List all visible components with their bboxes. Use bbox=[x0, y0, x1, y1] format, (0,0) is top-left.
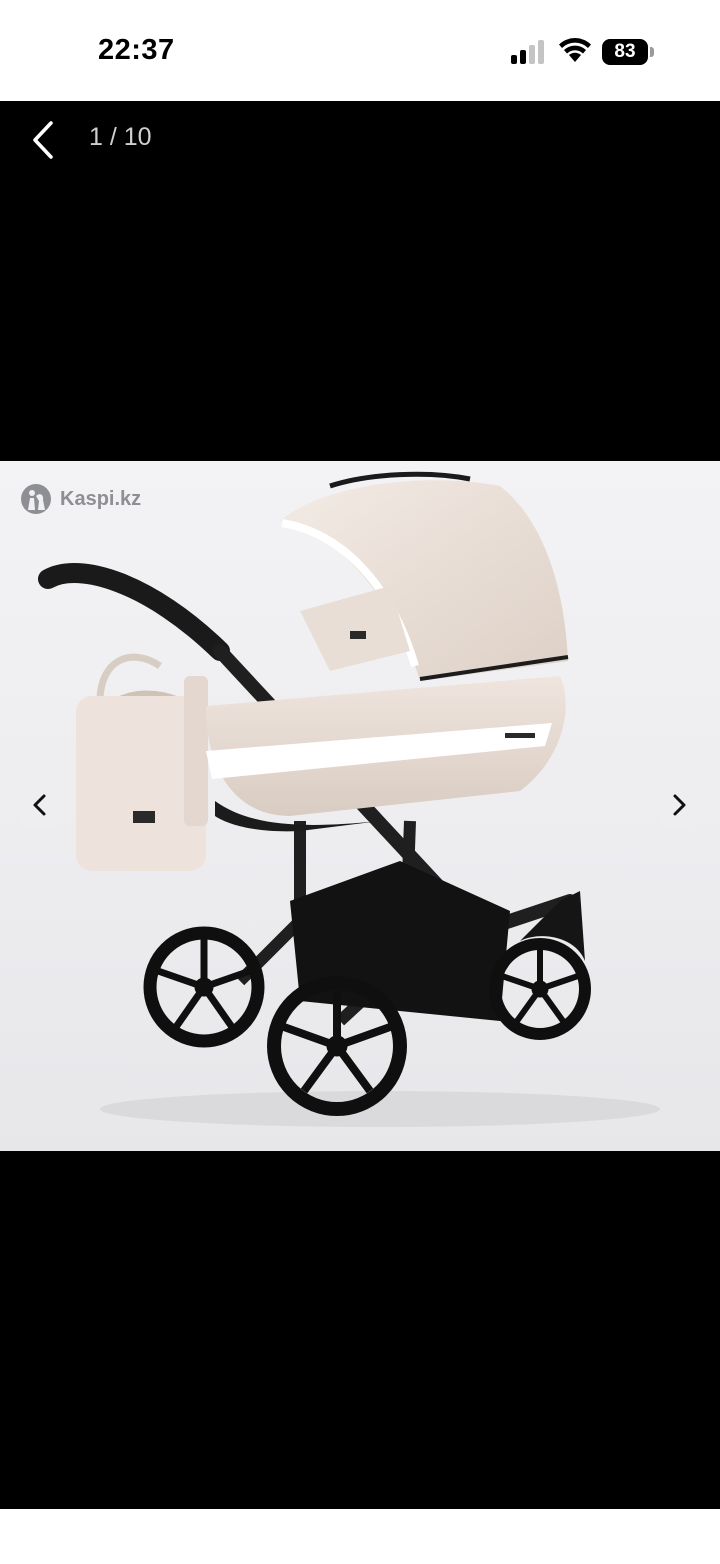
status-bar: 22:37 83 bbox=[0, 0, 720, 101]
next-image-button[interactable] bbox=[654, 780, 704, 830]
status-time: 22:37 bbox=[98, 34, 175, 66]
battery-icon: 83 bbox=[602, 39, 654, 65]
image-counter: 1 / 10 bbox=[89, 123, 152, 151]
wheel bbox=[143, 926, 265, 1048]
image-viewer: 1 / 10 Kaspi.kz bbox=[0, 101, 720, 1509]
back-button[interactable] bbox=[24, 117, 64, 163]
kaspi-logo-icon bbox=[21, 484, 51, 514]
stroller-image bbox=[38, 471, 660, 1127]
chevron-right-icon bbox=[673, 794, 686, 816]
chevron-left-icon bbox=[33, 121, 53, 159]
previous-image-button[interactable] bbox=[15, 780, 65, 830]
wifi-icon bbox=[559, 38, 591, 62]
battery-tip bbox=[650, 47, 654, 57]
product-photo[interactable]: Kaspi.kz bbox=[0, 461, 720, 1151]
chevron-left-icon bbox=[33, 794, 46, 816]
viewer-header: 1 / 10 bbox=[0, 101, 720, 181]
screen: 22:37 83 1 / 10 Kaspi.kz bbox=[0, 0, 720, 1564]
battery-level: 83 bbox=[614, 41, 636, 62]
bottom-safe-area bbox=[0, 1509, 720, 1564]
kaspi-watermark: Kaspi.kz bbox=[20, 483, 141, 515]
signal-icon bbox=[511, 40, 544, 64]
watermark-text: Kaspi.kz bbox=[60, 487, 142, 510]
